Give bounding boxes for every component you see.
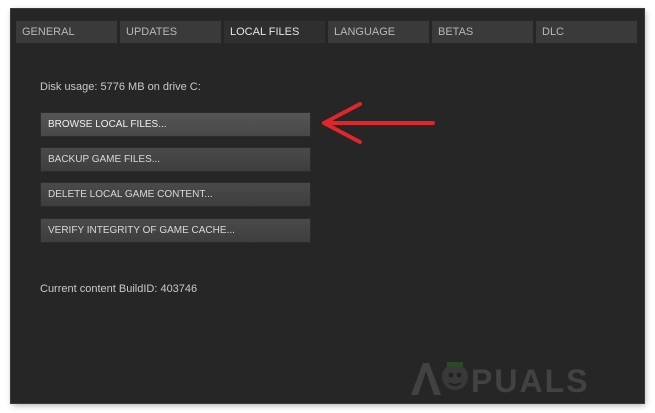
tab-bar: GENERAL UPDATES LOCAL FILES LANGUAGE BET… <box>16 21 637 43</box>
appuals-mascot-icon <box>411 362 468 395</box>
tab-local-files[interactable]: LOCAL FILES <box>224 21 325 43</box>
backup-game-files-button[interactable]: BACKUP GAME FILES... <box>40 147 311 172</box>
svg-text:PUALS: PUALS <box>471 363 589 399</box>
appuals-watermark: PUALS <box>411 362 589 399</box>
red-arrow-annotation <box>322 102 435 144</box>
local-files-panel: Disk usage: 5776 MB on drive C: BROWSE L… <box>11 43 644 403</box>
verify-integrity-button[interactable]: VERIFY INTEGRITY OF GAME CACHE... <box>40 218 311 243</box>
browse-local-files-button[interactable]: BROWSE LOCAL FILES... <box>40 112 311 137</box>
window-title-strip <box>11 9 644 19</box>
tab-general[interactable]: GENERAL <box>16 21 117 43</box>
delete-local-content-button[interactable]: DELETE LOCAL GAME CONTENT... <box>40 182 311 207</box>
properties-window: GENERAL UPDATES LOCAL FILES LANGUAGE BET… <box>11 9 644 403</box>
tab-betas[interactable]: BETAS <box>432 21 533 43</box>
tab-language[interactable]: LANGUAGE <box>328 21 429 43</box>
tab-dlc[interactable]: DLC <box>536 21 637 43</box>
tab-updates[interactable]: UPDATES <box>120 21 221 43</box>
disk-usage-text: Disk usage: 5776 MB on drive C: <box>40 81 201 93</box>
build-id-text: Current content BuildID: 403746 <box>40 283 198 295</box>
